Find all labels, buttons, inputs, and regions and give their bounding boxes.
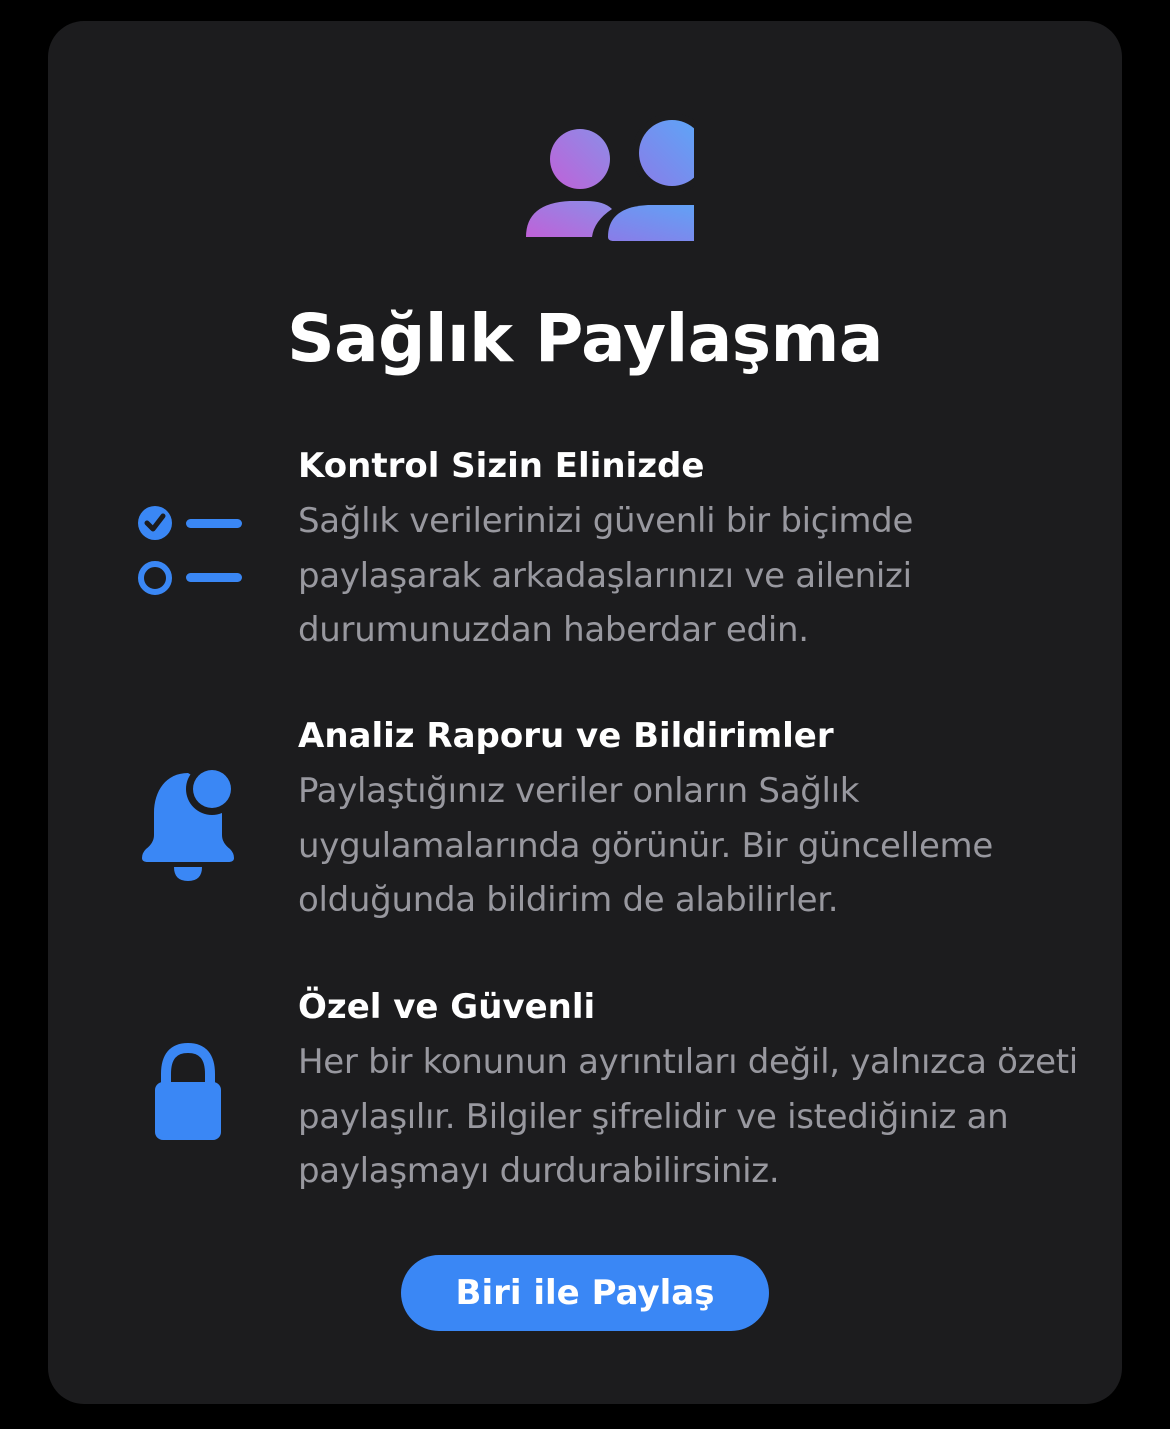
page-title: Sağlık Paylaşma xyxy=(287,300,883,377)
feature-body: Her bir konunun ayrıntıları değil, yalnı… xyxy=(298,1042,1078,1191)
feature-body: Sağlık verilerinizi güvenli bir biçimde … xyxy=(298,501,914,650)
feature-heading: Analiz Raporu ve Bildirimler xyxy=(298,716,834,756)
health-sharing-card: Sağlık Paylaşma Kontrol Sizin Elinizde S… xyxy=(48,21,1122,1404)
lock-icon xyxy=(128,1038,248,1158)
feature-heading: Özel ve Güvenli xyxy=(298,987,596,1027)
checklist-icon xyxy=(128,495,248,615)
bell-badge-icon xyxy=(128,763,248,883)
people-icon xyxy=(474,99,740,245)
feature-heading: Kontrol Sizin Elinizde xyxy=(298,446,705,486)
share-with-someone-button[interactable]: Biri ile Paylaş xyxy=(401,1255,769,1331)
feature-body: Paylaştığınız veriler onların Sağlık uyg… xyxy=(298,771,993,920)
